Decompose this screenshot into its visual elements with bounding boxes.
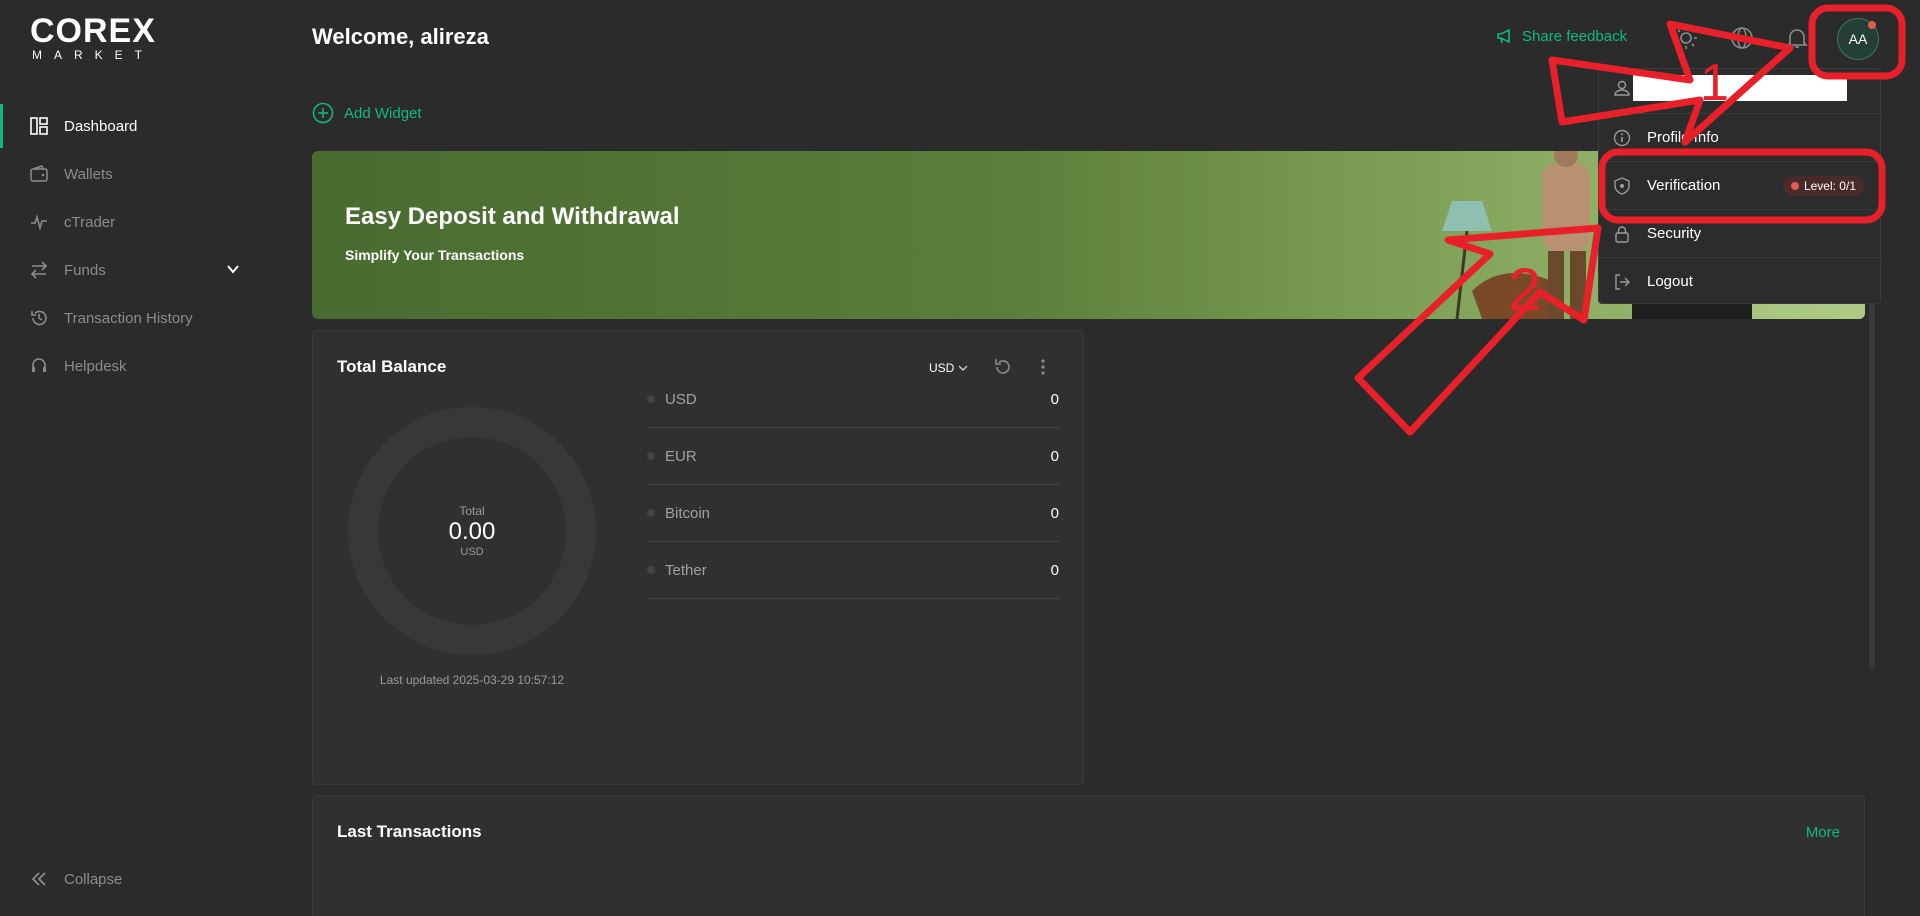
user-icon bbox=[1613, 79, 1631, 97]
badge-label: Level: 0/1 bbox=[1803, 179, 1856, 193]
sidebar-item-label: Transaction History bbox=[64, 309, 193, 327]
sidebar-item-ctrader[interactable]: cTrader bbox=[0, 198, 270, 246]
menu-item-label: Verification bbox=[1647, 177, 1721, 194]
list-item: Tether 0 bbox=[647, 542, 1059, 599]
menu-item-label: Logout bbox=[1647, 273, 1693, 290]
menu-item-logout[interactable]: Logout bbox=[1599, 257, 1882, 305]
sidebar-item-wallets[interactable]: Wallets bbox=[0, 150, 270, 198]
legend-dot bbox=[647, 566, 655, 574]
sidebar-item-label: Funds bbox=[64, 261, 106, 279]
wallet-icon bbox=[30, 165, 48, 183]
menu-item-label: Security bbox=[1647, 225, 1702, 242]
more-link[interactable]: More bbox=[1806, 824, 1840, 841]
balance-name: USD bbox=[647, 391, 697, 408]
balance-name-text: Tether bbox=[665, 561, 707, 579]
legend-dot bbox=[647, 452, 655, 460]
user-email-box bbox=[1633, 75, 1847, 101]
menu-item-security[interactable]: Security bbox=[1599, 209, 1882, 257]
balance-value: 0 bbox=[1050, 504, 1059, 522]
profile-dropdown: Profile Info Verification Level: 0/1 Sec… bbox=[1598, 68, 1882, 305]
add-widget-label: Add Widget bbox=[344, 104, 422, 122]
plus-circle-icon bbox=[312, 102, 334, 124]
share-feedback-button[interactable]: Share feedback bbox=[1496, 27, 1627, 45]
total-balance-card: Total Balance USD Total 0.00 USD Last up… bbox=[312, 330, 1084, 785]
legend-dot bbox=[647, 395, 655, 403]
card-title: Total Balance bbox=[337, 357, 447, 376]
balance-list: USD 0 EUR 0 Bitcoin 0 Tether 0 bbox=[647, 371, 1059, 599]
info-icon bbox=[1613, 129, 1631, 147]
donut-center: Total 0.00 USD bbox=[348, 407, 596, 655]
dashboard-icon bbox=[30, 117, 48, 135]
total-unit: USD bbox=[460, 546, 484, 558]
history-icon bbox=[30, 309, 48, 327]
logo[interactable]: COREX MARKET bbox=[30, 12, 170, 62]
balance-name-text: USD bbox=[665, 390, 697, 408]
list-item: USD 0 bbox=[647, 371, 1059, 428]
balance-name: Bitcoin bbox=[647, 505, 710, 522]
menu-item-profile-info[interactable]: Profile Info bbox=[1599, 113, 1882, 161]
menu-item-verification[interactable]: Verification Level: 0/1 bbox=[1599, 161, 1882, 209]
chevron-down-icon[interactable] bbox=[226, 262, 240, 280]
logo-subtext: MARKET bbox=[32, 48, 155, 62]
theme-toggle-icon[interactable] bbox=[1674, 26, 1698, 50]
sidebar: COREX MARKET Dashboard Wallets cTrader F… bbox=[0, 0, 270, 916]
headset-icon bbox=[30, 357, 48, 375]
share-feedback-label: Share feedback bbox=[1522, 27, 1628, 45]
list-item: EUR 0 bbox=[647, 428, 1059, 485]
sidebar-item-label: Helpdesk bbox=[64, 357, 127, 375]
total-label: Total bbox=[459, 504, 485, 518]
double-chevron-left-icon bbox=[30, 870, 48, 888]
banner-title: Easy Deposit and Withdrawal bbox=[345, 203, 680, 230]
balance-name: EUR bbox=[647, 448, 697, 465]
notification-dot bbox=[1868, 21, 1876, 29]
page-title: Welcome, alireza bbox=[312, 24, 489, 49]
balance-value: 0 bbox=[1050, 390, 1059, 408]
ctrader-icon bbox=[30, 213, 48, 231]
verification-level-badge: Level: 0/1 bbox=[1782, 176, 1864, 196]
balance-value: 0 bbox=[1050, 561, 1059, 579]
sidebar-item-label: Dashboard bbox=[64, 117, 138, 135]
sidebar-item-dashboard[interactable]: Dashboard bbox=[0, 102, 270, 150]
banner-subtitle: Simplify Your Transactions bbox=[345, 247, 525, 263]
collapse-button[interactable]: Collapse bbox=[30, 870, 122, 888]
lock-icon bbox=[1613, 225, 1631, 243]
shield-icon bbox=[1613, 177, 1631, 195]
sidebar-item-label: Wallets bbox=[64, 165, 113, 183]
avatar-initials: AA bbox=[1848, 31, 1868, 47]
balance-name-text: EUR bbox=[665, 447, 697, 465]
globe-icon[interactable] bbox=[1730, 26, 1754, 50]
status-dot bbox=[1790, 182, 1799, 190]
last-updated: Last updated 2025-03-29 10:57:12 bbox=[379, 673, 565, 687]
sidebar-item-label: cTrader bbox=[64, 213, 116, 231]
sidebar-nav: Dashboard Wallets cTrader Funds Transact… bbox=[0, 102, 270, 390]
total-value: 0.00 bbox=[448, 518, 496, 545]
menu-item-label: Profile Info bbox=[1647, 129, 1719, 146]
balance-value: 0 bbox=[1050, 447, 1059, 465]
legend-dot bbox=[647, 509, 655, 517]
add-widget-button[interactable]: Add Widget bbox=[312, 102, 422, 124]
balance-name-text: Bitcoin bbox=[665, 504, 711, 522]
card-title: Last Transactions bbox=[337, 822, 482, 841]
megaphone-icon bbox=[1496, 27, 1514, 45]
logout-icon bbox=[1613, 273, 1631, 291]
balance-name: Tether bbox=[647, 562, 707, 579]
list-item: Bitcoin 0 bbox=[647, 485, 1059, 542]
sidebar-item-funds[interactable]: Funds bbox=[0, 246, 270, 294]
sidebar-item-transaction-history[interactable]: Transaction History bbox=[0, 294, 270, 342]
logo-text: COREX bbox=[30, 12, 156, 50]
collapse-label: Collapse bbox=[64, 870, 123, 888]
last-transactions-card: Last Transactions More bbox=[312, 795, 1865, 916]
avatar[interactable]: AA bbox=[1837, 18, 1879, 60]
transfer-icon bbox=[30, 261, 48, 279]
sidebar-item-helpdesk[interactable]: Helpdesk bbox=[0, 342, 270, 390]
bell-icon[interactable] bbox=[1785, 26, 1809, 50]
